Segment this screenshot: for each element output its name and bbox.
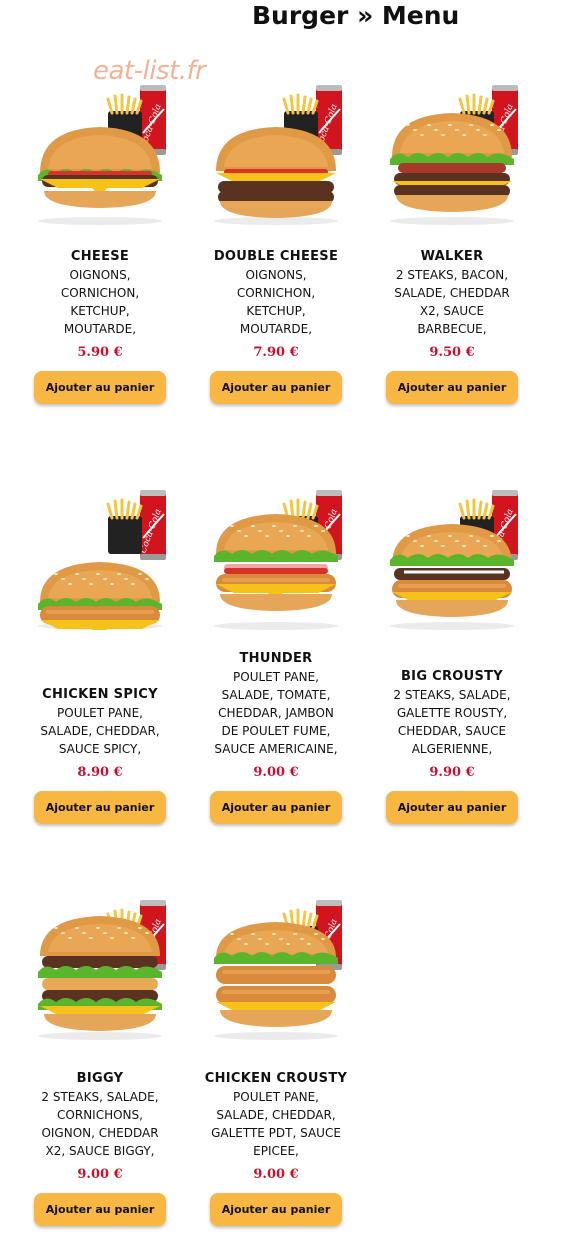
- product-description-line: SAUCE AMERICAINE,: [214, 742, 338, 756]
- product-description-line: CORNICHON,: [60, 286, 140, 300]
- product-description-line: SAUCE SPICY,: [58, 742, 142, 756]
- burger-image: Coca-Cola: [364, 480, 540, 630]
- product-description-line: SALADE, CHEDDAR: [394, 286, 510, 300]
- product-price: 8.90 €: [77, 765, 123, 780]
- product-description-line: SALADE, TOMATE,: [221, 688, 331, 702]
- product-description-line: CHEDDAR, JAMBON: [218, 706, 334, 720]
- product-description-line: 2 STEAKS, BACON,: [395, 268, 509, 282]
- burger-image: Coca-Cola: [12, 890, 188, 1040]
- product-description-line: SALADE, CHEDDAR,: [216, 1108, 336, 1122]
- product-price: 9.50 €: [429, 345, 475, 360]
- product-description-line: BARBECUE,: [417, 322, 487, 336]
- product-description-line: POULET PANE,: [233, 1090, 319, 1104]
- product-info: CHEESE OIGNONS, CORNICHON, KETCHUP, MOUTARDE…: [12, 248, 188, 362]
- product-description-line: POULET PANE,: [233, 670, 319, 684]
- product-description-line: CHEDDAR, SAUCE: [397, 724, 507, 738]
- page-title: Burger » Menu: [252, 1, 460, 30]
- product-name: BIGGY: [76, 1071, 124, 1086]
- product-description-line: POULET PANE,: [57, 706, 143, 720]
- product-info: WALKER 2 STEAKS, BACON, SALADE, CHEDDAR X2,…: [364, 248, 540, 362]
- product-name: THUNDER: [239, 651, 313, 666]
- burger-image: Coca-Cola: [188, 890, 364, 1040]
- product-description-line: GALETTE ROUSTY,: [396, 706, 508, 720]
- product-description-line: OIGNON, CHEDDAR: [41, 1126, 159, 1140]
- product-description-line: X2, SAUCE: [419, 304, 485, 318]
- product-description-line: 2 STEAKS, SALADE,: [41, 1090, 159, 1104]
- product-info: THUNDER POULET PANE, SALADE, TOMATE, CHEDDA…: [188, 650, 364, 782]
- product-description-line: KETCHUP,: [70, 304, 130, 318]
- product-description-line: CORNICHON,: [236, 286, 316, 300]
- product-description-line: CORNICHONS,: [57, 1108, 143, 1122]
- product-price: 7.90 €: [253, 345, 299, 360]
- product-description-line: OIGNONS,: [245, 268, 307, 282]
- product-info: BIG CROUSTY 2 STEAKS, SALADE, GALETTE ROUS…: [364, 668, 540, 782]
- product-price: 9.00 €: [253, 1167, 299, 1182]
- add-to-cart-button[interactable]: Ajouter au panier: [386, 791, 518, 824]
- product-name: DOUBLE CHEESE: [213, 249, 339, 264]
- add-to-cart-button[interactable]: Ajouter au panier: [34, 791, 166, 824]
- product-description-line: MOUTARDE,: [239, 322, 313, 336]
- product-name: CHICKEN CROUSTY: [204, 1071, 348, 1086]
- add-to-cart-button[interactable]: Ajouter au panier: [210, 1193, 342, 1226]
- product-description-line: DE POULET FUME,: [221, 724, 331, 738]
- product-price: 9.00 €: [253, 765, 299, 780]
- product-price: 9.00 €: [77, 1167, 123, 1182]
- burger-image: Coca-Cola: [364, 75, 540, 225]
- product-description-line: GALETTE PDT, SAUCE: [211, 1126, 341, 1140]
- product-description-line: EPICEE,: [253, 1144, 299, 1158]
- product-description-line: MOUTARDE,: [63, 322, 137, 336]
- product-info: CHICKEN CROUSTY POULET PANE, SALADE, CHEDD…: [188, 1070, 364, 1184]
- product-description-line: ALGERIENNE,: [411, 742, 493, 756]
- burger-image: Coca-Cola: [12, 480, 188, 630]
- product-price: 5.90 €: [77, 345, 123, 360]
- product-description-line: SALADE, CHEDDAR,: [40, 724, 160, 738]
- product-description-line: OIGNONS,: [69, 268, 131, 282]
- product-name: WALKER: [420, 249, 484, 264]
- product-description-line: X2, SAUCE BIGGY,: [45, 1144, 155, 1158]
- add-to-cart-button[interactable]: Ajouter au panier: [210, 371, 342, 404]
- product-name: CHEESE: [70, 249, 130, 264]
- product-price: 9.90 €: [429, 765, 475, 780]
- product-info: BIGGY 2 STEAKS, SALADE, CORNICHONS, OIGNON,…: [12, 1070, 188, 1184]
- product-name: BIG CROUSTY: [400, 669, 504, 684]
- cola-can-icon: Coca-Cola: [106, 490, 166, 560]
- burger-image: Coca-Cola: [188, 480, 364, 630]
- product-description-line: KETCHUP,: [246, 304, 306, 318]
- product-name: CHICKEN SPICY: [42, 687, 158, 702]
- product-info: CHICKEN SPICY POULET PANE, SALADE, CHEDDAR…: [12, 686, 188, 782]
- add-to-cart-button[interactable]: Ajouter au panier: [210, 791, 342, 824]
- add-to-cart-button[interactable]: Ajouter au panier: [386, 371, 518, 404]
- burger-image: Coca-Cola: [12, 75, 188, 225]
- product-description-line: 2 STEAKS, SALADE,: [393, 688, 511, 702]
- burger-image: Coca-Cola: [188, 75, 364, 225]
- add-to-cart-button[interactable]: Ajouter au panier: [34, 1193, 166, 1226]
- add-to-cart-button[interactable]: Ajouter au panier: [34, 371, 166, 404]
- product-info: DOUBLE CHEESE OIGNONS, CORNICHON, KETCHUP, M…: [188, 248, 364, 362]
